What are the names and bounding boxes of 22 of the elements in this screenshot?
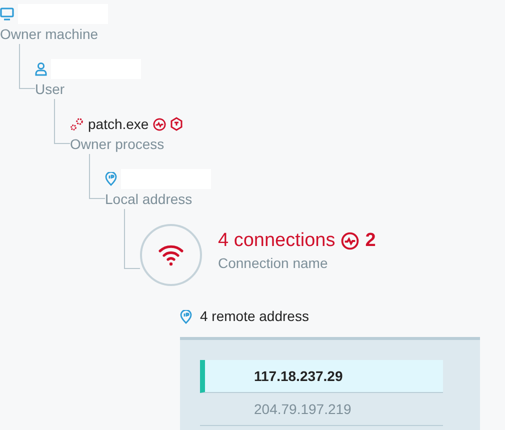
gears-icon	[70, 117, 84, 131]
alert-count: 2	[365, 229, 376, 253]
node-label: Local address	[105, 190, 194, 209]
remote-address-heading: 4 remote address	[200, 307, 309, 326]
tree-connector	[89, 154, 105, 199]
tree-connector	[124, 209, 140, 269]
address-row[interactable]: 117.18.237.29	[200, 360, 443, 393]
location-pin-icon	[180, 310, 192, 324]
hexagon-icon	[170, 117, 183, 131]
connection-count[interactable]: 4 connections	[218, 229, 336, 253]
user-icon	[35, 62, 47, 76]
location-pin-icon	[105, 172, 117, 186]
node-label: Connection name	[218, 254, 329, 273]
activity-icon	[152, 118, 166, 130]
monitor-icon	[0, 7, 14, 21]
node-label: Owner process	[70, 135, 166, 154]
node-label: Owner machine	[0, 25, 100, 44]
tree-connector	[54, 99, 70, 144]
process-name[interactable]: patch.exe	[88, 114, 149, 134]
activity-icon	[341, 232, 360, 250]
node-label: User	[35, 80, 66, 99]
tree-connector	[19, 44, 35, 89]
